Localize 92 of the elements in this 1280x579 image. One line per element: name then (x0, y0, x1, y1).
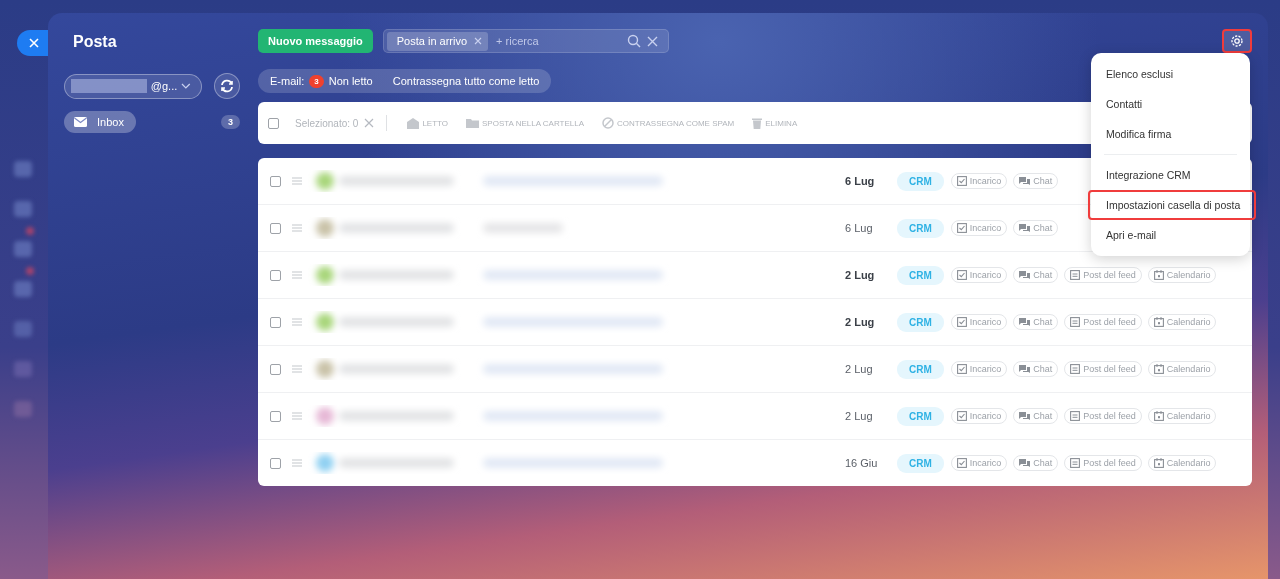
row-checkbox[interactable] (270, 457, 281, 469)
counter-label: E-mail: (270, 75, 305, 87)
chat-icon (1019, 176, 1031, 186)
crm-tag[interactable]: CRM (897, 312, 944, 332)
checkbox-icon (956, 270, 967, 280)
select-all-checkbox[interactable] (268, 117, 279, 129)
row-date: 16 Giu (845, 457, 879, 469)
close-icon[interactable] (474, 37, 483, 45)
row-checkbox[interactable] (270, 410, 281, 422)
trash-icon (752, 117, 763, 129)
toolbar-action[interactable]: CONTRASSEGNA COME SPAM (596, 117, 741, 129)
drag-handle-icon[interactable] (292, 365, 302, 373)
close-icon (27, 37, 40, 49)
drag-handle-icon[interactable] (292, 459, 302, 467)
toolbar-action[interactable]: ELIMINA (746, 117, 804, 129)
row-checkbox[interactable] (270, 269, 281, 281)
app-title: Posta (73, 33, 118, 51)
drag-handle-icon[interactable] (292, 412, 302, 420)
settings-icon (1230, 34, 1244, 48)
drag-handle-icon[interactable] (292, 318, 302, 326)
crm-tag[interactable]: CRM (897, 406, 944, 426)
calendar-icon (1153, 364, 1164, 374)
filter-chip[interactable]: Posta in arrivo (386, 31, 489, 51)
chat-icon (1019, 364, 1031, 374)
row-date: 6 Lug (845, 175, 876, 187)
row-date: 2 Lug (845, 269, 876, 281)
chat-icon (1019, 411, 1031, 421)
drag-handle-icon[interactable] (292, 271, 302, 279)
search-field[interactable]: Posta in arrivo + ricerca (382, 29, 669, 53)
crm-tag[interactable]: CRM (897, 453, 944, 473)
row-checkbox[interactable] (270, 222, 281, 234)
document-icon (1070, 364, 1081, 374)
search-icon[interactable] (626, 34, 641, 48)
menu-item[interactable]: Modifica firma (1091, 119, 1250, 149)
checkbox-icon (956, 364, 967, 374)
calendar-icon (1153, 317, 1164, 327)
row-date: 2 Lug (845, 316, 876, 328)
menu-item[interactable]: Elenco esclusi (1091, 59, 1250, 89)
row-checkbox[interactable] (270, 316, 281, 328)
chevron-down-icon (181, 83, 191, 89)
crm-tag[interactable]: CRM (897, 218, 944, 238)
checkbox-icon (956, 458, 967, 468)
folder-icon (466, 118, 480, 128)
chat-icon (1019, 317, 1031, 327)
checkbox-icon (956, 223, 967, 233)
document-icon (1070, 411, 1081, 421)
chat-icon (1019, 458, 1031, 468)
refresh-button[interactable] (214, 73, 240, 99)
envelope-icon (407, 117, 420, 129)
drag-handle-icon[interactable] (292, 224, 302, 232)
clear-selection-icon[interactable] (364, 118, 375, 128)
envelope-icon (74, 117, 87, 127)
mark-all-read-link[interactable]: Contrassegna tutto come letto (392, 75, 540, 87)
row-date: 2 Lug (845, 363, 874, 375)
row-date: 2 Lug (845, 410, 874, 422)
chat-icon (1019, 223, 1031, 233)
menu-item[interactable]: Impostazioni casella di posta (1088, 190, 1256, 220)
menu-item[interactable]: Apri e-mail (1091, 220, 1250, 250)
row-action[interactable]: Post del feed (1064, 314, 1142, 330)
account-selector[interactable]: @g... (64, 73, 202, 99)
refresh-icon (220, 79, 234, 93)
drag-handle-icon[interactable] (292, 177, 302, 185)
row-checkbox[interactable] (270, 363, 281, 375)
calendar-icon (1153, 411, 1164, 421)
document-icon (1070, 317, 1081, 327)
checkbox-icon (956, 176, 967, 186)
row-checkbox[interactable] (270, 175, 281, 187)
chat-icon (1019, 270, 1031, 280)
calendar-icon (1153, 270, 1164, 280)
close-button[interactable] (17, 30, 48, 56)
selected-count: Selezionato: 0 (295, 117, 359, 129)
settings-button[interactable] (1222, 29, 1252, 53)
folder-count: 3 (221, 115, 240, 129)
checkbox-icon (956, 317, 967, 327)
row-date: 6 Lug (845, 222, 874, 234)
toolbar-action[interactable]: SPOSTA NELLA CARTELLA (460, 118, 590, 128)
unread-filter[interactable]: Non letto (328, 75, 373, 87)
calendar-icon (1153, 458, 1164, 468)
unread-badge: 3 (309, 74, 324, 88)
crm-tag[interactable]: CRM (897, 171, 944, 191)
new-message-button[interactable]: Nuovo messaggio (258, 29, 373, 53)
toolbar-action[interactable]: LETTO (401, 117, 455, 129)
document-icon (1070, 458, 1081, 468)
crm-tag[interactable]: CRM (897, 265, 944, 285)
crm-tag[interactable]: CRM (897, 359, 944, 379)
menu-item[interactable]: Contatti (1091, 89, 1250, 119)
menu-item[interactable]: Integrazione CRM (1091, 160, 1250, 190)
document-icon (1070, 270, 1081, 280)
block-icon (602, 117, 614, 129)
checkbox-icon (956, 411, 967, 421)
folder-item[interactable]: Inbox (64, 111, 136, 133)
clear-icon[interactable] (646, 35, 658, 47)
